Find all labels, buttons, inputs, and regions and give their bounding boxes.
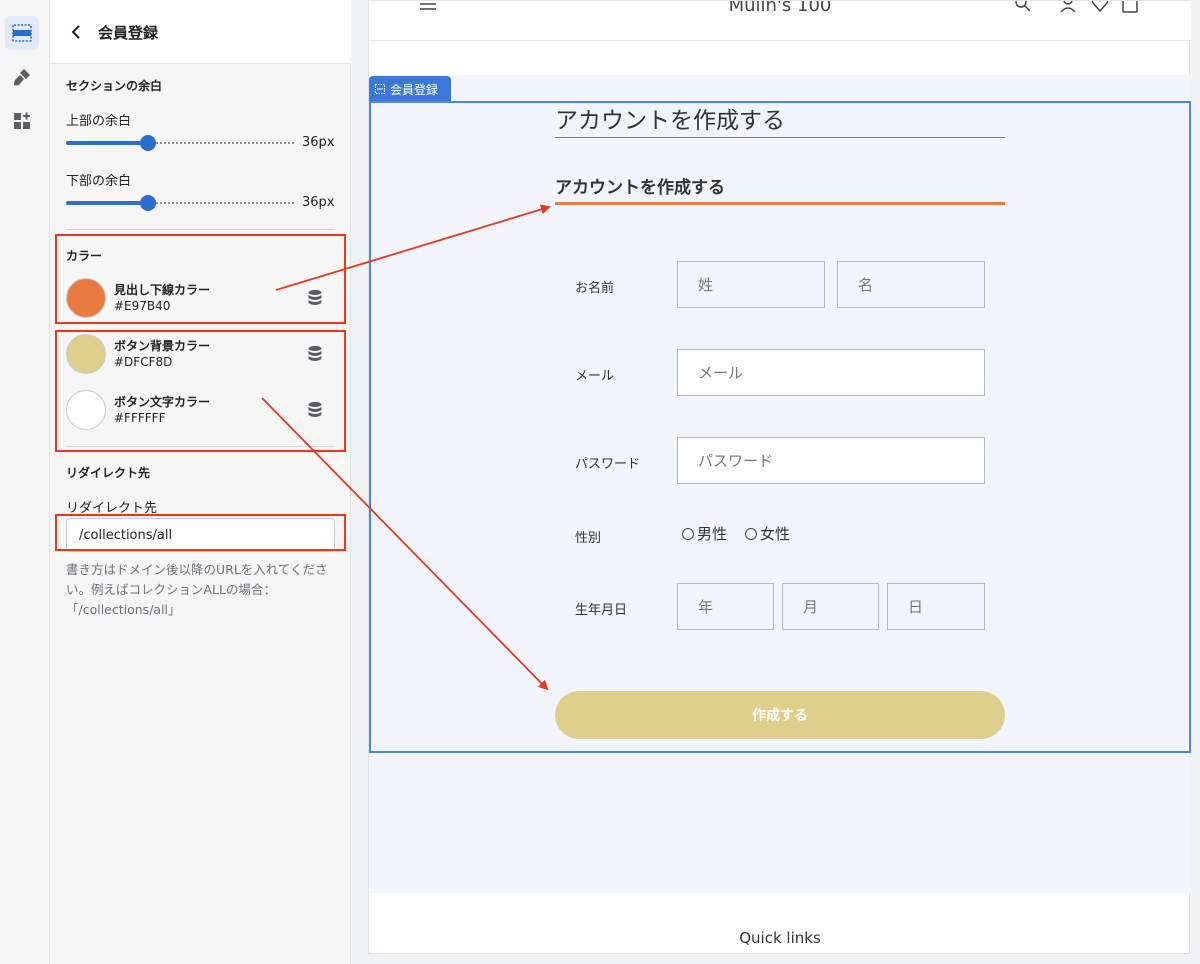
slider-thumb[interactable] [140, 195, 156, 211]
first-name-input[interactable] [837, 261, 985, 308]
store-preview: Mulin's 100 会員登録 アカウントを作成する アカウントを作成する お… [368, 0, 1191, 954]
database-icon[interactable] [307, 345, 323, 363]
page-heading: アカウントを作成する [555, 101, 1005, 138]
settings-panel: 会員登録 セクションの余白 上部の余白 36px 下部の余白 36px カラー … [50, 0, 351, 964]
create-account-button[interactable]: 作成する [555, 691, 1005, 739]
section-tag-label: 会員登録 [390, 82, 439, 97]
color-label: 見出し下線カラー [114, 283, 211, 297]
birth-year-input[interactable] [677, 583, 774, 630]
email-input[interactable] [677, 349, 985, 396]
radio-circle[interactable] [682, 527, 694, 540]
spacing-heading: セクションの余白 [66, 79, 163, 93]
theme-settings-icon[interactable] [5, 60, 39, 94]
color-swatch[interactable] [66, 334, 106, 374]
gender-female-radio[interactable]: 女性 [745, 523, 790, 544]
chevron-left-icon[interactable] [66, 22, 86, 42]
gender-label: 性別 [575, 531, 602, 546]
divider [66, 229, 335, 230]
name-label: お名前 [575, 281, 615, 296]
slider-thumb[interactable] [140, 135, 156, 151]
top-margin-slider[interactable] [66, 135, 294, 151]
search-icon[interactable] [1014, 1, 1032, 13]
panel-header: 会員登録 [50, 0, 351, 64]
birthday-label: 生年月日 [575, 603, 628, 618]
radio-circle[interactable] [745, 527, 758, 540]
color-label: ボタン背景カラー [114, 339, 211, 353]
bottom-margin-slider[interactable] [66, 195, 294, 211]
panel-title: 会員登録 [98, 24, 159, 42]
cart-icon[interactable] [1121, 1, 1139, 13]
redirect-input[interactable] [66, 518, 335, 552]
email-label: メール [575, 369, 615, 384]
redirect-heading: リダイレクト先 [66, 466, 151, 480]
color-label: ボタン文字カラー [114, 395, 211, 409]
database-icon[interactable] [307, 289, 323, 307]
color-hex: #E97B40 [114, 299, 171, 313]
database-icon[interactable] [307, 401, 323, 419]
color-swatch[interactable] [66, 278, 106, 318]
sections-icon[interactable] [5, 16, 39, 50]
bottom-margin-label: 下部の余白 [66, 174, 132, 189]
birth-month-input[interactable] [782, 583, 879, 630]
password-label: パスワード [575, 457, 641, 472]
gender-male-radio[interactable]: 男性 [682, 523, 727, 544]
app-blocks-icon[interactable] [5, 104, 39, 138]
password-input[interactable] [677, 437, 985, 484]
gender-female-label: 女性 [760, 525, 791, 543]
form-heading: アカウントを作成する [555, 173, 1005, 205]
color-setting-button-text[interactable]: ボタン文字カラー #FFFFFF [66, 387, 335, 433]
color-heading: カラー [66, 249, 103, 263]
footer-quick-links[interactable]: Quick links [369, 929, 1191, 947]
redirect-help-text: 書き方はドメイン後以降のURLを入れてください。例えばコレクションALLの場合：… [66, 562, 328, 617]
color-setting-button-bg[interactable]: ボタン背景カラー #DFCF8D [66, 331, 335, 377]
color-hex: #DFCF8D [114, 355, 173, 369]
top-margin-value: 36px [302, 135, 335, 150]
redirect-label: リダイレクト先 [66, 501, 158, 516]
icon-rail [0, 0, 50, 964]
bottom-margin-value: 36px [302, 195, 335, 210]
color-swatch[interactable] [66, 390, 106, 430]
gender-male-label: 男性 [697, 525, 728, 543]
last-name-input[interactable] [677, 261, 825, 308]
color-setting-heading-underline[interactable]: 見出し下線カラー #E97B40 [66, 275, 335, 321]
section-tag[interactable]: 会員登録 [369, 76, 451, 102]
color-hex: #FFFFFF [114, 411, 166, 425]
wishlist-icon[interactable] [1091, 1, 1109, 13]
section-drag-icon[interactable] [375, 84, 385, 94]
top-margin-label: 上部の余白 [66, 114, 132, 129]
divider [66, 446, 335, 447]
store-header: Mulin's 100 [369, 1, 1191, 41]
account-icon[interactable] [1059, 1, 1077, 13]
birth-day-input[interactable] [887, 583, 985, 630]
gender-options: 男性 女性 [682, 523, 790, 544]
